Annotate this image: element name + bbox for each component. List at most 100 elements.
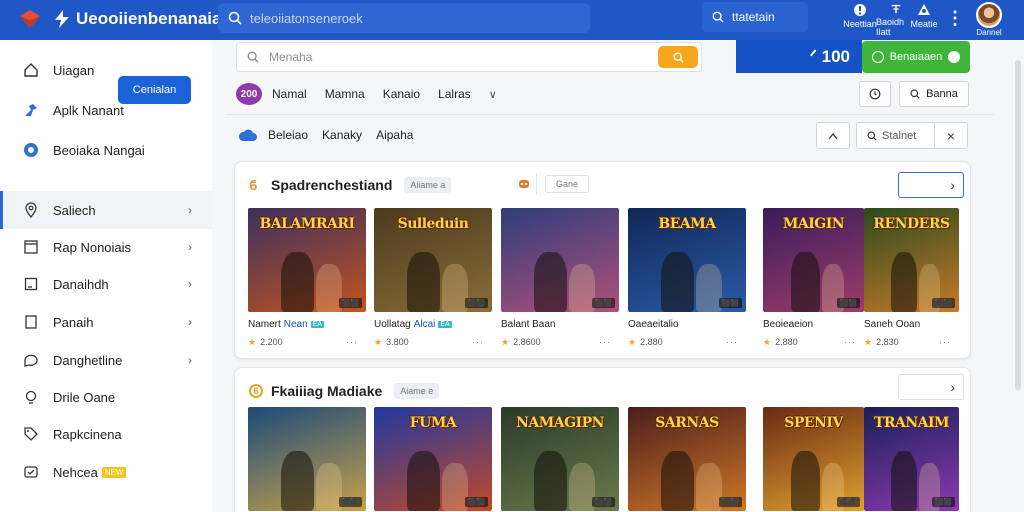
chevron-right-icon: › bbox=[950, 177, 955, 193]
filter-0[interactable]: Beleiao bbox=[268, 128, 308, 142]
puzzle-icon bbox=[22, 101, 40, 119]
green-action-button[interactable]: Benaiaaen bbox=[862, 41, 970, 73]
sidebar-item-saliech[interactable]: Saliech › bbox=[0, 191, 212, 229]
sidebar-item-beoiaka-nangai[interactable]: Beoiaka Nangai bbox=[0, 131, 212, 169]
sidebar-item-aplk-nanant[interactable]: Aplk Nanant bbox=[0, 91, 212, 129]
game-thumbnail[interactable]: Sulleduin ⬛⬛ bbox=[374, 208, 492, 312]
filter-2[interactable]: Aipaha bbox=[376, 128, 413, 142]
game-thumbnail[interactable]: FUMA ⬛⬛ bbox=[374, 407, 492, 511]
sidebar-item-uiagan[interactable]: Uiagan bbox=[0, 51, 212, 89]
star-icon: ★ bbox=[248, 336, 257, 347]
game-title[interactable]: Balant Baan bbox=[501, 318, 619, 330]
tab-3[interactable]: Lalras bbox=[438, 87, 471, 101]
sidebar-item-nehcea[interactable]: Nehcea NEW bbox=[0, 453, 212, 491]
search-submit-button[interactable] bbox=[658, 46, 698, 68]
sidebar-item-rap-nonoiais[interactable]: Rap Nonoiais › bbox=[0, 228, 212, 266]
account-label: Meatie bbox=[910, 19, 938, 29]
game-card[interactable]: ⬛⬛ Balant Baan ★ 2.8600 ··· bbox=[501, 208, 619, 347]
tab-0[interactable]: Namal bbox=[272, 87, 307, 101]
tab-2[interactable]: Kanaio bbox=[383, 87, 420, 101]
game-thumbnail[interactable]: NAMAGIPN ⬛⬛ bbox=[501, 407, 619, 511]
tab-count-badge[interactable]: 200 bbox=[236, 83, 262, 105]
chat-icon bbox=[22, 351, 40, 369]
filter-search-field[interactable]: Stalnet bbox=[857, 123, 935, 148]
filter-search[interactable]: Stalnet × bbox=[856, 122, 968, 149]
game-thumbnail[interactable]: ⬛⬛ bbox=[501, 208, 619, 312]
rating-value: 2.830 bbox=[876, 337, 899, 347]
sidebar-item-danghetline[interactable]: Danghetline › bbox=[0, 341, 212, 379]
game-card[interactable]: BALAMRARI ⬛⬛ Namert Nean EA ★ 2.200 ··· bbox=[248, 208, 366, 347]
game-thumbnail[interactable]: TRANAIM ⬛⬛ bbox=[864, 407, 959, 511]
game-card[interactable]: ⬛⬛ bbox=[248, 407, 366, 511]
section-next-button[interactable]: › bbox=[898, 172, 964, 198]
game-card[interactable]: RENDERS ⬛⬛ Saneh Ooan ★ 2.830 ··· bbox=[864, 208, 959, 347]
section-header: ϐ Spadrenchestiand Aiiame a bbox=[249, 174, 452, 196]
game-rating: ★ 2.880 ··· bbox=[763, 337, 864, 348]
app-logo-icon[interactable] bbox=[18, 8, 42, 30]
section-chip[interactable]: Aiiame a bbox=[404, 177, 452, 193]
game-card[interactable]: MAIGIN ⬛⬛ Beoieaeion ★ 2.880 ··· bbox=[763, 208, 864, 347]
more-menu-icon[interactable]: ⋮ bbox=[946, 8, 964, 28]
game-thumbnail[interactable]: SPENIV ⬛⬛ bbox=[763, 407, 864, 511]
section-title: Spadrenchestiand bbox=[271, 177, 393, 193]
game-thumbnail[interactable]: BEAMA ⬛⬛ bbox=[628, 208, 746, 312]
game-title[interactable]: Saneh Ooan bbox=[864, 318, 959, 330]
sidebar-item-label: Panaih bbox=[53, 314, 94, 330]
view-button[interactable]: Banna bbox=[899, 81, 969, 107]
game-card[interactable]: NAMAGIPN ⬛⬛ bbox=[501, 407, 619, 511]
more-icon[interactable]: ··· bbox=[939, 337, 951, 347]
game-thumb-title: SARNAS bbox=[655, 415, 719, 431]
game-card[interactable]: SPENIV ⬛⬛ bbox=[763, 407, 864, 511]
tab-row: 200 Namal Mamna Kanaio Lalras ∨ bbox=[236, 80, 497, 108]
sidebar-item-label: Saliech bbox=[53, 202, 96, 218]
more-icon[interactable]: ··· bbox=[726, 337, 738, 347]
main-search-input[interactable]: Menaha bbox=[236, 42, 702, 72]
account-button[interactable]: Meatie bbox=[904, 3, 944, 37]
gamepad-icon[interactable] bbox=[511, 173, 537, 195]
sidebar-item-panaih[interactable]: Panaih › bbox=[0, 303, 212, 341]
top-search-input[interactable]: teleoiiatonseneroek bbox=[218, 3, 590, 33]
notifications-button[interactable]: Neettian bbox=[840, 3, 880, 37]
avatar-label: Dannel bbox=[976, 28, 1002, 37]
game-card[interactable]: FUMA ⬛⬛ bbox=[374, 407, 492, 511]
more-icon[interactable]: ··· bbox=[844, 337, 856, 347]
more-icon[interactable]: ··· bbox=[346, 337, 358, 347]
section-tool-chip[interactable]: Gane bbox=[545, 175, 590, 193]
section-chip[interactable]: Aiame e bbox=[394, 383, 440, 399]
game-thumbnail[interactable]: RENDERS ⬛⬛ bbox=[864, 208, 959, 312]
sort-button[interactable] bbox=[816, 122, 850, 149]
chevron-down-icon[interactable]: ∨ bbox=[489, 88, 497, 101]
top-action-button[interactable]: ttatetain bbox=[702, 2, 808, 32]
game-thumbnail[interactable]: BALAMRARI ⬛⬛ bbox=[248, 208, 366, 312]
platform-icon: ⬛⬛ bbox=[338, 298, 362, 308]
top-search-placeholder: teleoiiatonseneroek bbox=[250, 10, 363, 26]
more-icon[interactable]: ··· bbox=[599, 337, 611, 347]
game-thumbnail[interactable]: MAIGIN ⬛⬛ bbox=[763, 208, 864, 312]
game-title[interactable]: Namert Nean EA bbox=[248, 318, 366, 330]
game-card[interactable]: TRANAIM ⬛⬛ bbox=[864, 407, 959, 511]
platform-icon: ⬛⬛ bbox=[591, 298, 615, 308]
section-tools: Gane bbox=[511, 172, 590, 196]
clock-button[interactable] bbox=[859, 81, 891, 107]
game-title[interactable]: Oaeaeitalio bbox=[628, 318, 746, 330]
scrollbar-thumb[interactable] bbox=[1015, 60, 1021, 390]
game-card[interactable]: Sulleduin ⬛⬛ Uollatag Alcai EA ★ 3.800 ··· bbox=[374, 208, 492, 347]
game-thumb-title: BEAMA bbox=[658, 216, 716, 232]
sidebar-item-danaihdh[interactable]: Danaihdh › bbox=[0, 265, 212, 303]
game-card[interactable]: SARNAS ⬛⬛ bbox=[628, 407, 746, 511]
coin-counter: ᐟ 100 bbox=[736, 40, 862, 73]
game-title[interactable]: Beoieaeion bbox=[763, 318, 864, 330]
section-next-button[interactable]: › bbox=[898, 374, 964, 400]
filter-1[interactable]: Kanaky bbox=[322, 128, 362, 142]
sidebar-item-drile-oane[interactable]: Drile Oane bbox=[0, 378, 212, 416]
avatar[interactable] bbox=[976, 2, 1002, 28]
sidebar-item-rapkcinena[interactable]: Rapkcinena bbox=[0, 415, 212, 453]
game-card[interactable]: BEAMA ⬛⬛ Oaeaeitalio ★ 2.880 ··· bbox=[628, 208, 746, 347]
game-thumbnail[interactable]: SARNAS ⬛⬛ bbox=[628, 407, 746, 511]
close-icon[interactable]: × bbox=[935, 128, 967, 144]
brand-name[interactable]: Ueooiienbenanaiari bbox=[52, 8, 233, 30]
tab-1[interactable]: Mamna bbox=[325, 87, 365, 101]
game-thumbnail[interactable]: ⬛⬛ bbox=[248, 407, 366, 511]
more-icon[interactable]: ··· bbox=[472, 337, 484, 347]
game-title[interactable]: Uollatag Alcai EA bbox=[374, 318, 492, 330]
